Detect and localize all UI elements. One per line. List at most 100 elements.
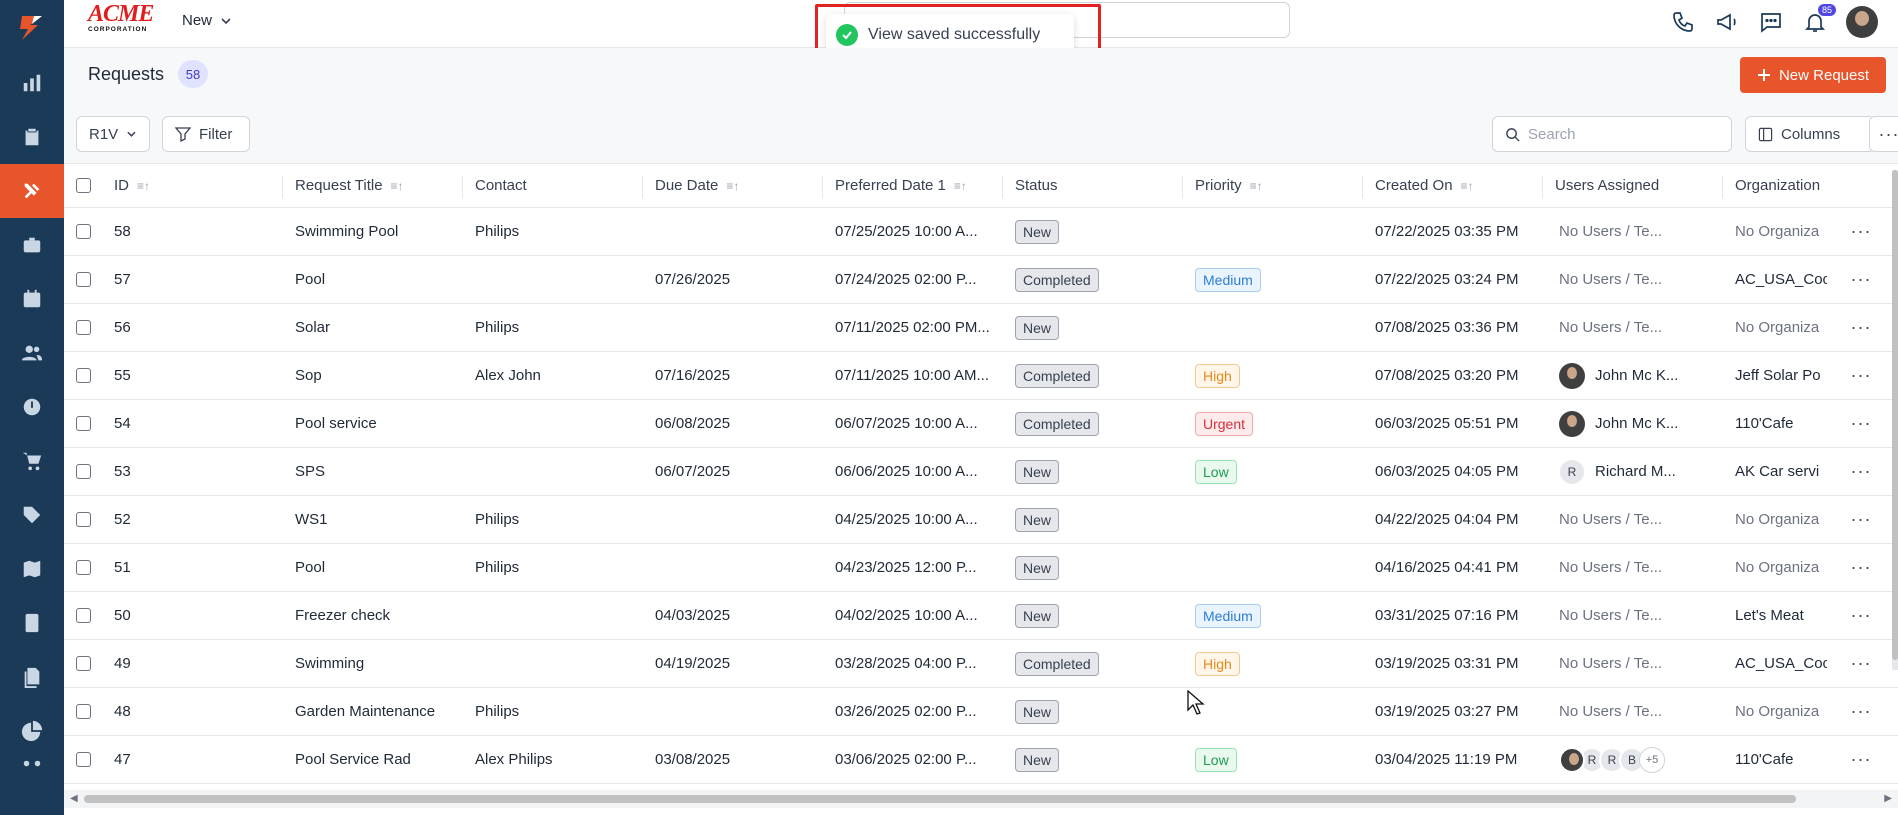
cell-request-title[interactable]: Solar: [295, 304, 455, 351]
cell-contact[interactable]: [475, 400, 635, 447]
company-logo[interactable]: ACME CORPORATION: [88, 2, 158, 35]
briefcase-icon[interactable]: [0, 218, 64, 272]
cell-request-title[interactable]: Pool: [295, 256, 455, 303]
table-row[interactable]: 51 Pool Philips 04/23/2025 12:00 P... New 04/…: [64, 544, 1898, 592]
tools-icon[interactable]: [0, 164, 64, 218]
calendar-icon[interactable]: [0, 272, 64, 326]
cell-organization[interactable]: AC_USA_Coo: [1735, 256, 1827, 303]
sort-icon[interactable]: ≡↑: [954, 179, 967, 193]
column-header-priority[interactable]: Priority ≡↑: [1195, 164, 1365, 207]
table-row[interactable]: 50 Freezer check 04/03/2025 04/02/2025 10:0…: [64, 592, 1898, 640]
row-actions-button[interactable]: ···: [1846, 544, 1876, 591]
map-icon[interactable]: [0, 542, 64, 596]
row-actions-button[interactable]: ···: [1846, 208, 1876, 255]
cell-request-title[interactable]: Freezer check: [295, 592, 455, 639]
sort-icon[interactable]: ≡↑: [1461, 179, 1474, 193]
filter-button[interactable]: Filter: [162, 116, 250, 152]
table-row[interactable]: 49 Swimming 04/19/2025 03/28/2025 04:00 P..…: [64, 640, 1898, 688]
row-checkbox[interactable]: [76, 224, 91, 239]
column-header-preferred-date[interactable]: Preferred Date 1 ≡↑: [835, 164, 1005, 207]
cell-request-title[interactable]: SPS: [295, 448, 455, 495]
table-row[interactable]: 47 Pool Service Rad Alex Philips 03/08/2025…: [64, 736, 1898, 784]
new-request-button[interactable]: New Request: [1740, 57, 1886, 93]
cell-contact[interactable]: [475, 256, 635, 303]
cell-request-title[interactable]: Pool: [295, 544, 455, 591]
cell-users-assigned[interactable]: No Users / Te...: [1559, 688, 1719, 735]
cell-request-title[interactable]: Pool Service Rad: [295, 736, 455, 783]
sort-icon[interactable]: ≡↑: [391, 179, 404, 193]
row-checkbox[interactable]: [76, 464, 91, 479]
row-actions-button[interactable]: ···: [1846, 256, 1876, 303]
sort-icon[interactable]: ≡↑: [1250, 179, 1263, 193]
cell-request-title[interactable]: WS1: [295, 496, 455, 543]
table-row[interactable]: 53 SPS 06/07/2025 06/06/2025 10:00 A... New L…: [64, 448, 1898, 496]
column-header-title[interactable]: Request Title ≡↑: [295, 164, 465, 207]
more-options-button[interactable]: ···: [1869, 116, 1898, 152]
column-header-contact[interactable]: Contact: [475, 164, 645, 207]
cell-contact[interactable]: Philips: [475, 544, 635, 591]
cell-contact[interactable]: [475, 640, 635, 687]
cell-users-assigned[interactable]: R Richard M...: [1559, 448, 1719, 495]
scroll-right-icon[interactable]: ▶: [1884, 793, 1892, 804]
cell-organization[interactable]: No Organiza: [1735, 496, 1827, 543]
table-search[interactable]: [1492, 116, 1732, 152]
cell-organization[interactable]: 110'Cafe: [1735, 736, 1827, 783]
cell-organization[interactable]: Let's Meat: [1735, 592, 1827, 639]
tag-icon[interactable]: [0, 488, 64, 542]
row-actions-button[interactable]: ···: [1846, 400, 1876, 447]
cell-request-title[interactable]: Sop: [295, 352, 455, 399]
row-checkbox[interactable]: [76, 512, 91, 527]
row-actions-button[interactable]: ···: [1846, 592, 1876, 639]
cell-users-assigned[interactable]: No Users / Te...: [1559, 304, 1719, 351]
cell-contact[interactable]: Philips: [475, 496, 635, 543]
cell-users-assigned[interactable]: John Mc K...: [1559, 352, 1719, 399]
row-checkbox[interactable]: [76, 560, 91, 575]
row-checkbox[interactable]: [76, 416, 91, 431]
scroll-left-icon[interactable]: ◀: [70, 793, 78, 804]
cell-users-assigned[interactable]: No Users / Te...: [1559, 640, 1719, 687]
clipboard-icon[interactable]: [0, 110, 64, 164]
table-row[interactable]: 58 Swimming Pool Philips 07/25/2025 10:00 A…: [64, 208, 1898, 256]
cell-users-assigned[interactable]: No Users / Te...: [1559, 592, 1719, 639]
chart-icon[interactable]: [0, 56, 64, 110]
row-checkbox[interactable]: [76, 656, 91, 671]
scroll-thumb[interactable]: [84, 795, 1796, 803]
cell-organization[interactable]: AC_USA_Coo: [1735, 640, 1827, 687]
row-checkbox[interactable]: [76, 752, 91, 767]
column-header-users-assigned[interactable]: Users Assigned: [1555, 164, 1725, 207]
table-row[interactable]: 55 Sop Alex John 07/16/2025 07/11/2025 10:00…: [64, 352, 1898, 400]
column-header-organization[interactable]: Organization: [1735, 164, 1825, 207]
column-header-status[interactable]: Status: [1015, 164, 1185, 207]
row-actions-button[interactable]: ···: [1846, 448, 1876, 495]
sort-icon[interactable]: ≡↑: [726, 179, 739, 193]
search-input[interactable]: [1528, 125, 1708, 143]
cell-contact[interactable]: Alex Philips: [475, 736, 635, 783]
row-checkbox[interactable]: [76, 368, 91, 383]
table-row[interactable]: 52 WS1 Philips 04/25/2025 10:00 A... New 04/2…: [64, 496, 1898, 544]
cart-icon[interactable]: [0, 434, 64, 488]
cell-request-title[interactable]: Pool service: [295, 400, 455, 447]
cell-request-title[interactable]: Swimming Pool: [295, 208, 455, 255]
column-header-id[interactable]: ID ≡↑: [114, 164, 284, 207]
cell-contact[interactable]: Philips: [475, 304, 635, 351]
users-icon[interactable]: [0, 326, 64, 380]
sort-icon[interactable]: ≡↑: [137, 179, 150, 193]
columns-button[interactable]: Columns: [1745, 116, 1875, 152]
cell-users-assigned[interactable]: No Users / Te...: [1559, 544, 1719, 591]
documents-icon[interactable]: [0, 650, 64, 704]
cell-contact[interactable]: Philips: [475, 688, 635, 735]
cell-contact[interactable]: Philips: [475, 208, 635, 255]
cell-contact[interactable]: Alex John: [475, 352, 635, 399]
vertical-scrollbar[interactable]: [1892, 170, 1898, 670]
cell-users-assigned[interactable]: No Users / Te...: [1559, 256, 1719, 303]
phone-icon[interactable]: [1670, 9, 1696, 35]
row-checkbox[interactable]: [76, 704, 91, 719]
column-header-created-on[interactable]: Created On ≡↑: [1375, 164, 1545, 207]
logo-icon[interactable]: [0, 0, 64, 56]
cell-organization[interactable]: No Organiza: [1735, 688, 1827, 735]
calculator-icon[interactable]: [0, 596, 64, 650]
cell-contact[interactable]: [475, 448, 635, 495]
cell-organization[interactable]: No Organiza: [1735, 208, 1827, 255]
chat-icon[interactable]: [1758, 9, 1784, 35]
cell-organization[interactable]: AK Car servi: [1735, 448, 1827, 495]
